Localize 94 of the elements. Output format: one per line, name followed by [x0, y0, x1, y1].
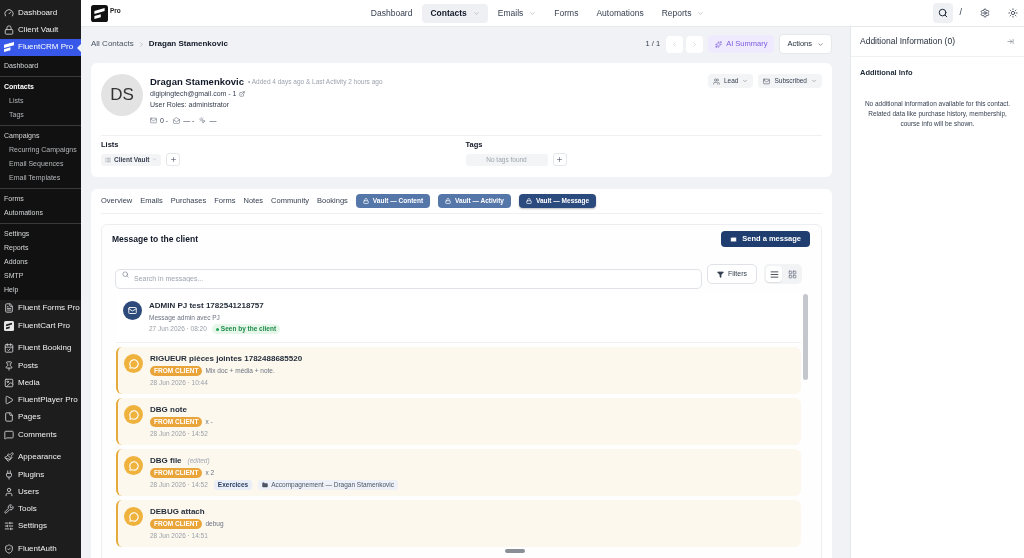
brand-logo-icon: [91, 4, 108, 22]
wrench-icon: [4, 504, 14, 515]
add-tag-button[interactable]: [552, 153, 567, 166]
envelope-icon: [730, 235, 738, 243]
panel-title: Additional Information (0): [860, 35, 955, 48]
stripes-tile-icon: [4, 320, 14, 331]
menu-item[interactable]: Comments: [0, 426, 81, 444]
image-icon: [4, 377, 14, 388]
scrollbar-thumb[interactable]: [803, 294, 808, 380]
chevron-right-icon: [137, 40, 145, 48]
sliders-icon: [4, 521, 14, 532]
lock-icon: [525, 198, 532, 204]
shortcut-key: /: [959, 6, 962, 20]
sun-icon[interactable]: [1008, 8, 1018, 18]
menu-item[interactable]: Fluent Booking: [0, 339, 81, 357]
caret-icon: [742, 78, 749, 84]
message-title: DBG file: [150, 456, 182, 466]
mail-icon: [150, 117, 157, 124]
menu-item[interactable]: Dashboard: [0, 4, 81, 22]
chevron-left-icon: [671, 40, 679, 48]
plug-icon: [4, 469, 14, 480]
nav-tab[interactable]: Reports: [653, 3, 713, 23]
menu-item[interactable]: Media: [0, 374, 81, 392]
user-icon: [4, 486, 14, 497]
collapse-icon[interactable]: [1007, 38, 1014, 45]
search-icon: [938, 8, 949, 18]
message-title: DEBUG attach: [150, 507, 205, 517]
message-title: RIGUEUR pièces jointes 1782488685520: [150, 354, 303, 364]
menu-item[interactable]: Users: [0, 483, 81, 501]
menu-item[interactable]: Settings: [0, 517, 81, 535]
nav-tab[interactable]: Dashboard: [362, 3, 421, 23]
chat-bubble-icon: [124, 507, 143, 526]
lock-icon: [362, 198, 369, 204]
breadcrumb-current: Dragan Stamenkovic: [148, 38, 228, 50]
play-icon: [4, 395, 14, 406]
lock-icon: [445, 198, 452, 204]
caret-icon: [817, 40, 824, 48]
nav-tab[interactable]: Forms: [546, 3, 587, 23]
shield-icon: [4, 544, 14, 555]
list-view-icon: [769, 269, 779, 279]
chat-bubble-icon: [124, 456, 143, 475]
list-view-button[interactable]: [766, 266, 782, 282]
gauge-icon: [4, 7, 14, 18]
paintbrush-icon: [4, 452, 14, 463]
caret-icon: [811, 78, 817, 84]
page-icon: [4, 412, 14, 423]
comment-icon: [4, 429, 14, 440]
nav-tab[interactable]: Emails: [489, 3, 545, 23]
chevron-right-icon: [691, 40, 699, 48]
plus-icon: [556, 156, 563, 163]
pointer-icon: [199, 117, 207, 124]
chat-bubble-icon: [124, 405, 143, 424]
menu-item[interactable]: FluentAuth: [0, 540, 81, 558]
grid-view-icon: [787, 269, 797, 279]
menu-item[interactable]: Plugins: [0, 466, 81, 484]
contact-name: Dragan Stamenkovic: [150, 76, 244, 87]
menu-item[interactable]: Pages: [0, 408, 81, 426]
pin-icon: [4, 360, 14, 371]
folder-icon: [262, 482, 269, 488]
menu-item[interactable]: FluentCart Pro: [0, 317, 81, 335]
menu-item[interactable]: Fluent Forms Pro: [0, 299, 81, 317]
calendar-icon: [4, 343, 14, 354]
add-list-button[interactable]: [166, 153, 181, 166]
caret-icon: [152, 157, 158, 162]
panel-title: Message to the client: [112, 232, 198, 246]
menu-item[interactable]: FluentCRM Pro: [0, 38, 81, 56]
menu-item[interactable]: Tools: [0, 500, 81, 518]
mail-icon: [763, 77, 771, 85]
open-mail-icon: [173, 117, 181, 124]
message-title: DBG note: [150, 405, 187, 415]
message-title: ADMIN PJ test 1782541218757: [149, 301, 264, 311]
document-icon: [4, 303, 14, 314]
chat-bubble-icon: [124, 354, 143, 373]
users-icon: [713, 77, 720, 85]
menu-item[interactable]: Appearance: [0, 448, 81, 466]
menu-item[interactable]: FluentPlayer Pro: [0, 391, 81, 409]
lock-icon: [4, 24, 14, 35]
menu-item[interactable]: Posts: [0, 357, 81, 375]
settings-icon[interactable]: [980, 8, 990, 18]
menu-pointer-icon: [77, 43, 81, 52]
search-icon: [122, 270, 129, 278]
drag-handle-icon[interactable]: [505, 549, 525, 553]
nav-tab[interactable]: Contacts: [422, 3, 488, 23]
funnel-icon: [716, 270, 724, 278]
plus-icon: [169, 156, 177, 163]
envelope-icon: [123, 301, 142, 320]
external-link-icon[interactable]: [239, 90, 246, 97]
list-icon: [105, 156, 111, 163]
nav-tab[interactable]: Automations: [588, 3, 652, 23]
menu-item[interactable]: Client Vault: [0, 21, 81, 39]
breadcrumb-link[interactable]: All Contacts: [91, 38, 134, 50]
search-button[interactable]: [933, 3, 954, 23]
stripes-logo-icon: [4, 42, 14, 53]
sparkle-icon: [715, 40, 723, 48]
